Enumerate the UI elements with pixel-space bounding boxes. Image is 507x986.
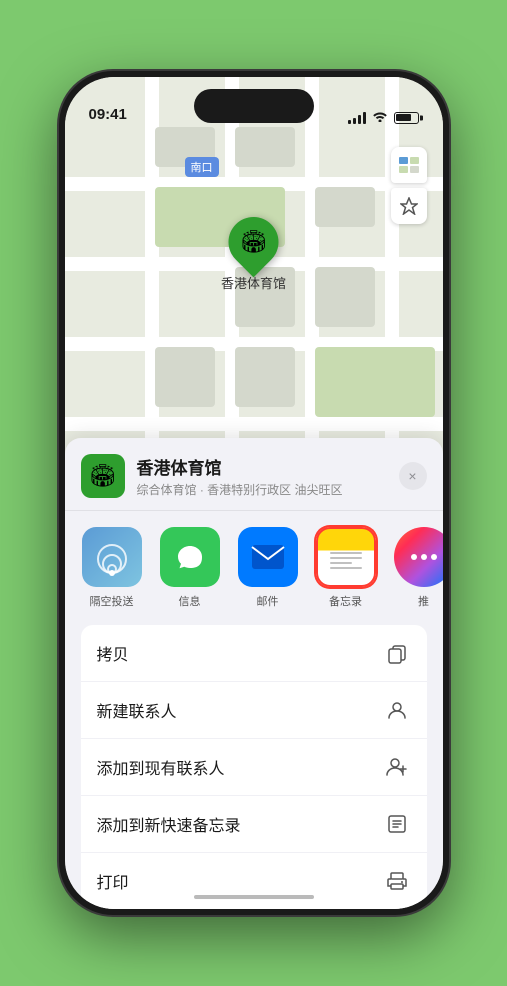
close-button[interactable]: ×: [399, 462, 427, 490]
notes-label: 备忘录: [329, 593, 362, 609]
person-icon: [383, 696, 411, 724]
menu-item-print[interactable]: 打印: [81, 853, 427, 909]
new-contact-label: 新建联系人: [97, 698, 177, 722]
venue-info: 香港体育馆 综合体育馆 · 香港特别行政区 油尖旺区: [137, 454, 399, 498]
share-item-mail[interactable]: 邮件: [233, 527, 303, 609]
signal-icon: [348, 112, 366, 124]
share-item-messages[interactable]: 信息: [155, 527, 225, 609]
print-label: 打印: [97, 869, 129, 893]
messages-label: 信息: [179, 593, 201, 609]
battery-icon: [394, 112, 419, 124]
quick-note-label: 添加到新快速备忘录: [97, 812, 241, 836]
status-time: 09:41: [89, 106, 127, 125]
wifi-icon: [372, 110, 388, 125]
south-entrance-label: 南口: [185, 157, 219, 177]
map-controls: [391, 147, 427, 224]
share-item-airdrop[interactable]: 隔空投送: [77, 527, 147, 609]
marker-pin: 🏟: [218, 207, 289, 278]
menu-item-quick-note[interactable]: 添加到新快速备忘录: [81, 796, 427, 853]
phone-screen: 09:41: [65, 77, 443, 909]
airdrop-label: 隔空投送: [90, 593, 134, 609]
mail-icon: [238, 527, 298, 587]
map-type-button[interactable]: [391, 147, 427, 183]
person-add-icon: [383, 753, 411, 781]
share-actions-row: 隔空投送 信息: [65, 511, 443, 625]
stadium-icon: 🏟: [240, 229, 268, 255]
venue-marker: 🏟 香港体育馆: [221, 217, 286, 292]
venue-description: 综合体育馆 · 香港特别行政区 油尖旺区: [137, 481, 399, 498]
messages-icon: [160, 527, 220, 587]
add-existing-label: 添加到现有联系人: [97, 755, 225, 779]
menu-item-new-contact[interactable]: 新建联系人: [81, 682, 427, 739]
share-item-notes[interactable]: 备忘录: [311, 527, 381, 609]
notes-icon: [316, 527, 376, 587]
status-icons: [348, 110, 419, 125]
note-icon: [383, 810, 411, 838]
venue-logo: 🏟: [81, 454, 125, 498]
bottom-sheet: 🏟 香港体育馆 综合体育馆 · 香港特别行政区 油尖旺区 ×: [65, 438, 443, 909]
menu-list: 拷贝 新建联系人: [81, 625, 427, 909]
more-label: 推: [418, 593, 429, 609]
copy-label: 拷贝: [97, 641, 129, 665]
venue-header: 🏟 香港体育馆 综合体育馆 · 香港特别行政区 油尖旺区 ×: [65, 438, 443, 511]
more-icon: [394, 527, 443, 587]
share-item-more[interactable]: 推: [389, 527, 443, 609]
home-indicator: [194, 895, 314, 899]
venue-name: 香港体育馆: [137, 454, 399, 479]
copy-icon: [383, 639, 411, 667]
map-area[interactable]: 南口 🏟 香港体育馆: [65, 77, 443, 497]
mail-label: 邮件: [257, 593, 279, 609]
dynamic-island: [194, 89, 314, 123]
print-icon: [383, 867, 411, 895]
location-button[interactable]: [391, 188, 427, 224]
menu-item-copy[interactable]: 拷贝: [81, 625, 427, 682]
menu-item-add-existing[interactable]: 添加到现有联系人: [81, 739, 427, 796]
notes-lines: [324, 548, 368, 571]
airdrop-rings-graphic: [95, 540, 129, 574]
airdrop-icon: [82, 527, 142, 587]
phone-frame: 09:41: [59, 71, 449, 915]
